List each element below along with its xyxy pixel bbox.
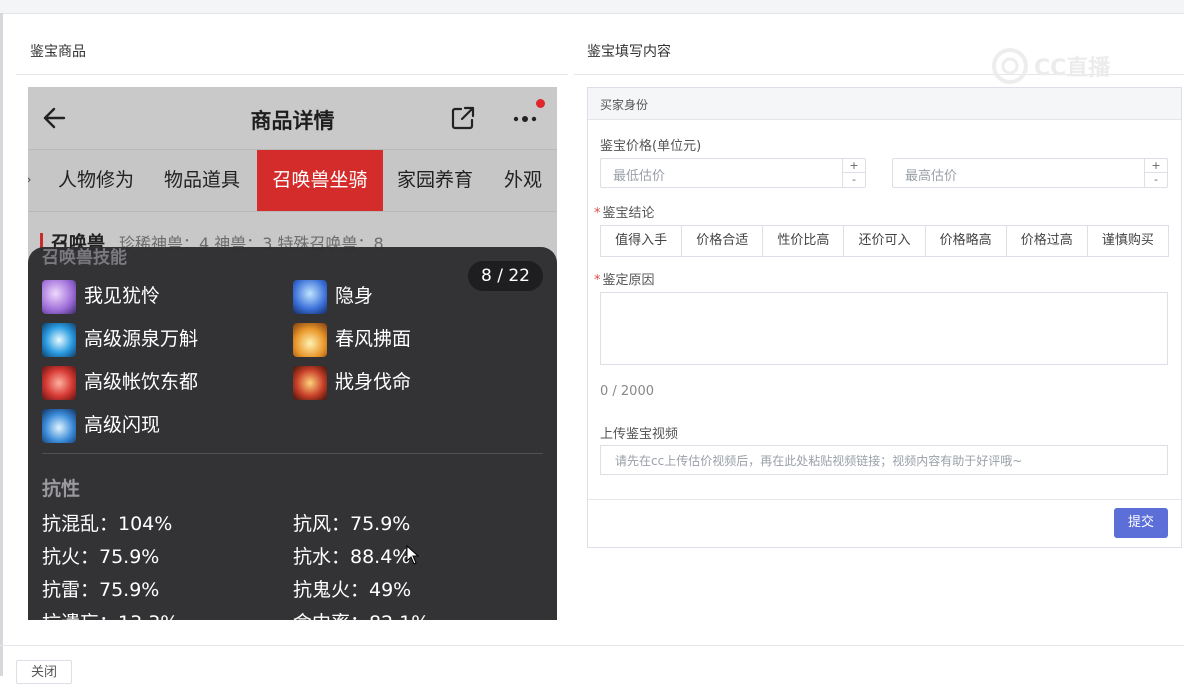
reason-textarea[interactable] bbox=[600, 292, 1168, 365]
skill-item: 高级源泉万斛 bbox=[42, 321, 198, 357]
tab-overflow-mark: › bbox=[28, 150, 32, 211]
tab-character: 人物修为 bbox=[58, 169, 135, 191]
share-icon bbox=[451, 106, 475, 130]
required-mark: * bbox=[594, 273, 601, 288]
panel-footer-divider bbox=[588, 499, 1181, 500]
more-dots-icon bbox=[513, 116, 537, 122]
buyer-identity-header: 买家身份 bbox=[588, 88, 1181, 120]
left-section-title: 鉴宝商品 bbox=[30, 44, 86, 60]
conclusion-option[interactable]: 价格合适 bbox=[682, 226, 764, 256]
skill-item: 我见犹怜 bbox=[42, 278, 160, 314]
left-edge bbox=[0, 13, 3, 676]
max-price-placeholder: 最高估价 bbox=[905, 169, 958, 184]
skill-item: 高级帐饮东都 bbox=[42, 364, 198, 400]
skill-name: 高级源泉万斛 bbox=[84, 328, 199, 350]
required-mark: * bbox=[594, 206, 601, 221]
skill-item: 春风拂面 bbox=[293, 321, 411, 357]
resist-value: 抗水：88.4% bbox=[293, 546, 411, 568]
conclusion-option[interactable]: 谨慎购买 bbox=[1088, 226, 1168, 256]
appraisal-form: 买家身份 鉴宝价格(单位元) 最低估价 + - 最高估价 + - * 鉴宝结论 值… bbox=[587, 87, 1182, 548]
skill-icon bbox=[293, 365, 327, 400]
increment-icon[interactable]: + bbox=[843, 159, 865, 173]
skill-icon bbox=[42, 408, 76, 443]
resist-title: 抗性 bbox=[42, 478, 81, 500]
resist-value: 抗火：75.9% bbox=[42, 546, 160, 568]
resist-value: 抗雷：75.9% bbox=[42, 579, 160, 601]
notification-dot bbox=[536, 99, 545, 108]
skill-name: 隐身 bbox=[335, 285, 374, 307]
skill-name: 戕身伐命 bbox=[335, 371, 412, 393]
min-price-stepper[interactable]: + - bbox=[842, 159, 865, 187]
decrement-icon[interactable]: - bbox=[1145, 173, 1167, 186]
skill-item: 高级闪现 bbox=[42, 407, 160, 443]
conclusion-option[interactable]: 性价比高 bbox=[763, 226, 845, 256]
tab-items: 物品道具 bbox=[164, 169, 241, 191]
resist-value: 抗鬼火：49% bbox=[293, 579, 412, 601]
resist-value: 抗风：75.9% bbox=[293, 513, 411, 535]
watermark-text: CC直播 bbox=[1034, 55, 1111, 81]
conclusion-option[interactable]: 值得入手 bbox=[601, 226, 683, 256]
mouse-cursor-icon bbox=[406, 545, 420, 565]
skill-icon bbox=[42, 279, 76, 314]
skill-item: 隐身 bbox=[293, 278, 373, 314]
resist-value: 抗混乱：104% bbox=[42, 513, 173, 535]
conclusion-options: 值得入手 价格合适 性价比高 还价可入 价格略高 价格过高 谨慎购买 bbox=[600, 225, 1169, 257]
video-url-input[interactable]: 请先在cc上传估价视频后，再在此处粘贴视频链接；视频内容有助于好评哦~ bbox=[600, 445, 1168, 475]
min-price-placeholder: 最低估价 bbox=[613, 169, 666, 184]
left-divider bbox=[16, 74, 568, 75]
char-counter: 0 / 2000 bbox=[600, 384, 654, 399]
tab-home: 家园养育 bbox=[397, 169, 474, 191]
skill-icon bbox=[293, 322, 327, 357]
phone-header: 商品详情 bbox=[28, 87, 557, 150]
skill-icon bbox=[293, 279, 327, 314]
decrement-icon[interactable]: - bbox=[843, 173, 865, 186]
video-url-placeholder: 请先在cc上传估价视频后，再在此处粘贴视频链接；视频内容有助于好评哦~ bbox=[615, 454, 1023, 468]
conclusion-label-text: 鉴宝结论 bbox=[602, 206, 655, 221]
skill-item: 戕身伐命 bbox=[293, 364, 411, 400]
conclusion-option[interactable]: 价格略高 bbox=[926, 226, 1007, 256]
buyer-identity-label: 买家身份 bbox=[600, 98, 649, 112]
skill-counter: 8 / 22 bbox=[468, 261, 543, 291]
skill-name: 我见犹怜 bbox=[84, 285, 161, 307]
skill-name: 春风拂面 bbox=[335, 328, 412, 350]
tab-appearance: 外观 bbox=[504, 169, 543, 191]
overlay-faded-title: 召唤兽技能 bbox=[42, 248, 127, 268]
skill-icon bbox=[42, 322, 76, 357]
video-label: 上传鉴宝视频 bbox=[600, 427, 679, 442]
reason-label-text: 鉴定原因 bbox=[602, 273, 655, 288]
right-section-title: 鉴宝填写内容 bbox=[587, 44, 671, 60]
top-bar bbox=[0, 0, 1184, 14]
skill-name: 高级帐饮东都 bbox=[84, 371, 199, 393]
max-price-stepper[interactable]: + - bbox=[1144, 159, 1167, 187]
overlay-separator bbox=[42, 453, 543, 454]
skill-icon bbox=[42, 365, 76, 400]
resist-value: 命中率：82.1% bbox=[293, 608, 429, 620]
submit-button[interactable]: 提交 bbox=[1114, 508, 1168, 538]
price-label: 鉴宝价格(单位元) bbox=[600, 139, 702, 154]
tab-pets: 召唤兽坐骑 bbox=[257, 150, 383, 211]
reason-label: * 鉴定原因 bbox=[594, 269, 655, 288]
max-price-input[interactable]: 最高估价 + - bbox=[892, 158, 1168, 188]
cc-logo-icon: CC直播 bbox=[992, 48, 1111, 84]
increment-icon[interactable]: + bbox=[1145, 159, 1167, 173]
phone-title: 商品详情 bbox=[250, 109, 335, 133]
conclusion-option[interactable]: 还价可入 bbox=[844, 226, 926, 256]
conclusion-option[interactable]: 价格过高 bbox=[1007, 226, 1088, 256]
min-price-input[interactable]: 最低估价 + - bbox=[600, 158, 866, 188]
bottom-divider bbox=[0, 645, 1184, 646]
skills-overlay: 召唤兽技能 8 / 22 我见犹怜 隐身 高级源泉万斛 春风拂面 高级帐饮东都 … bbox=[28, 247, 557, 620]
cc-watermark: CC直播 bbox=[990, 46, 1150, 90]
product-screenshot: 商品详情 › 人物修为 物品道具 召唤兽坐骑 家园养育 外观 召唤兽珍稀神兽：4… bbox=[28, 87, 557, 620]
skill-name: 高级闪现 bbox=[84, 414, 161, 436]
close-button[interactable]: 关闭 bbox=[16, 660, 72, 684]
resist-value: 抗遗忘：13.3% bbox=[42, 608, 178, 620]
conclusion-label: * 鉴宝结论 bbox=[594, 202, 655, 221]
phone-tabs: › 人物修为 物品道具 召唤兽坐骑 家园养育 外观 bbox=[28, 150, 557, 212]
